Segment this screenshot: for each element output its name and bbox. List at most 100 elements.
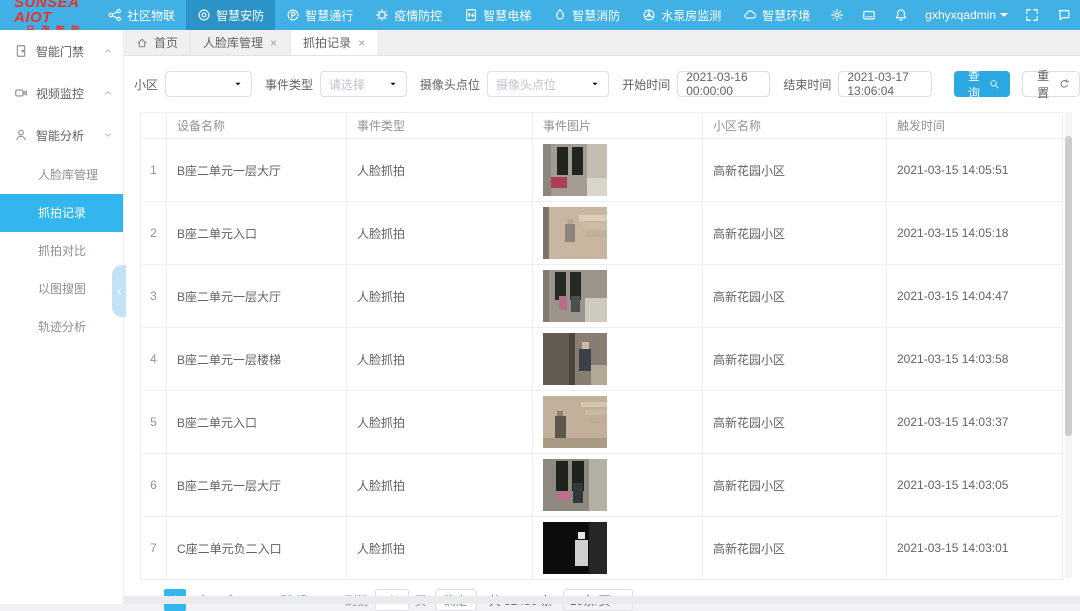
nav-item-pump[interactable]: 水泵房监测 (631, 0, 732, 30)
sidebar-item-轨迹分析[interactable]: 轨迹分析 (0, 308, 123, 346)
chevron-down-icon (590, 79, 600, 89)
event-snapshot-image[interactable] (543, 207, 607, 259)
event-type-select[interactable]: 请选择 (320, 71, 407, 97)
nav-item-label: 智慧环境 (762, 7, 810, 24)
camera-filter-label: 摄像头点位 (420, 76, 480, 93)
nav-item-label: 智慧通行 (305, 7, 353, 24)
end-time-input[interactable]: 2021-03-17 13:06:04 (838, 71, 931, 97)
nav-item-label: 水泵房监测 (661, 7, 721, 24)
event-snapshot-image[interactable] (543, 459, 607, 511)
environment-icon (743, 8, 757, 22)
event-type: 人脸抓拍 (347, 202, 533, 265)
event-snapshot[interactable] (533, 139, 703, 202)
event-snapshot[interactable] (533, 328, 703, 391)
event-snapshot[interactable] (533, 454, 703, 517)
event-snapshot[interactable] (533, 202, 703, 265)
table-row: 2B座二单元入口人脸抓拍高新花园小区2021-03-15 14:05:18 (141, 202, 1063, 265)
chevron-down-icon (1000, 13, 1008, 21)
sidebar-item-抓拍记录[interactable]: 抓拍记录 (0, 194, 123, 232)
sidebar-item-以图搜图[interactable]: 以图搜图 (0, 270, 123, 308)
event-snapshot-image[interactable] (543, 270, 607, 322)
door-icon (14, 44, 28, 58)
security-icon (197, 8, 211, 22)
community-select[interactable] (165, 71, 252, 97)
event-snapshot[interactable] (533, 265, 703, 328)
search-button-label: 查询 (964, 67, 985, 101)
table-row: 3B座二单元一层大厅人脸抓拍高新花园小区2021-03-15 14:04:47 (141, 265, 1063, 328)
sidebar-collapse-handle[interactable] (112, 265, 126, 317)
community-filter-label: 小区 (134, 76, 158, 93)
epidemic-icon (375, 8, 389, 22)
fullscreen-icon-button[interactable] (1016, 8, 1048, 22)
user-menu[interactable]: gxhyxqadmin (917, 8, 1016, 22)
bell-icon (894, 8, 908, 22)
sidebar-group-label: 智能门禁 (36, 43, 84, 60)
nav-item-community[interactable]: 社区物联 (97, 0, 186, 30)
table-row: 1B座二单元一层大厅人脸抓拍高新花园小区2021-03-15 14:05:51 (141, 139, 1063, 202)
tab-抓拍记录[interactable]: 抓拍记录 × (291, 30, 379, 55)
sidebar-item-人脸库管理[interactable]: 人脸库管理 (0, 156, 123, 194)
tab-首页[interactable]: 首页 (124, 30, 191, 55)
sidebar-group-智能门禁[interactable]: 智能门禁 (0, 30, 123, 72)
event-snapshot[interactable] (533, 517, 703, 580)
event-snapshot-image[interactable] (543, 522, 607, 574)
sidebar: 智能门禁视频监控智能分析人脸库管理抓拍记录抓拍对比以图搜图轨迹分析 (0, 30, 124, 604)
event-snapshot-image[interactable] (543, 144, 607, 196)
event-snapshot-image[interactable] (543, 333, 607, 385)
row-index: 7 (141, 517, 167, 580)
trigger-time: 2021-03-15 14:04:47 (887, 265, 1063, 328)
table-row: 4B座二单元一层楼梯人脸抓拍高新花园小区2021-03-15 14:03:58 (141, 328, 1063, 391)
sidebar-group-label: 视频监控 (36, 85, 84, 102)
gear-icon-button[interactable] (821, 8, 853, 22)
bell-icon-button[interactable] (885, 8, 917, 22)
card-icon-button[interactable] (853, 8, 885, 22)
device-name: B座二单元入口 (167, 202, 347, 265)
community-name: 高新花园小区 (703, 454, 887, 517)
trigger-time: 2021-03-15 14:05:18 (887, 202, 1063, 265)
top-navbar: SUNSEA AIOT 日海智能 社区物联智慧安防智慧通行疫情防控智慧电梯智慧消… (0, 0, 1080, 30)
table-row: 6B座二单元一层大厅人脸抓拍高新花园小区2021-03-15 14:03:05 (141, 454, 1063, 517)
sidebar-group-智能分析[interactable]: 智能分析 (0, 114, 123, 156)
bottom-strip (124, 596, 1080, 604)
search-button[interactable]: 查询 (954, 71, 1010, 97)
camera-select[interactable]: 摄像头点位 (487, 71, 609, 97)
device-name: B座二单元一层大厅 (167, 454, 347, 517)
card-icon (862, 8, 876, 22)
event-type-filter-label: 事件类型 (265, 76, 313, 93)
chevron-down-icon (103, 130, 113, 140)
table-scrollbar[interactable] (1065, 112, 1072, 578)
scrollbar-thumb[interactable] (1065, 136, 1072, 436)
nav-item-security[interactable]: 智慧安防 (186, 0, 275, 30)
community-name: 高新花园小区 (703, 265, 887, 328)
nav-item-fire[interactable]: 智慧消防 (542, 0, 631, 30)
row-index: 4 (141, 328, 167, 391)
chevron-up-icon (103, 88, 113, 98)
elevator-icon (464, 8, 478, 22)
sidebar-group-视频监控[interactable]: 视频监控 (0, 72, 123, 114)
event-snapshot-image[interactable] (543, 396, 607, 448)
trigger-time: 2021-03-15 14:03:01 (887, 517, 1063, 580)
filter-bar: 小区 事件类型 请选择 摄像头点位 摄像头点位 开始时间 2021-03-16 … (124, 56, 1080, 112)
sidebar-item-抓拍对比[interactable]: 抓拍对比 (0, 232, 123, 270)
nav-item-label: 智慧安防 (216, 7, 264, 24)
nav-item-elevator[interactable]: 智慧电梯 (453, 0, 542, 30)
row-index: 3 (141, 265, 167, 328)
close-icon[interactable]: × (269, 36, 278, 50)
video-icon (14, 86, 28, 100)
nav-item-epidemic[interactable]: 疫情防控 (364, 0, 453, 30)
event-snapshot[interactable] (533, 391, 703, 454)
reset-button[interactable]: 重置 (1022, 71, 1080, 97)
pump-icon (642, 8, 656, 22)
community-name: 高新花园小区 (703, 391, 887, 454)
close-icon[interactable]: × (357, 36, 366, 50)
chat-icon-button[interactable] (1048, 8, 1080, 22)
tab-人脸库管理[interactable]: 人脸库管理× (191, 30, 291, 55)
end-time-label: 结束时间 (783, 76, 831, 93)
nav-item-environment[interactable]: 智慧环境 (732, 0, 821, 30)
row-index: 5 (141, 391, 167, 454)
nav-item-access[interactable]: 智慧通行 (275, 0, 364, 30)
tab-label: 抓拍记录 (303, 34, 351, 51)
chevron-up-icon (103, 46, 113, 56)
main-content: 小区 事件类型 请选择 摄像头点位 摄像头点位 开始时间 2021-03-16 … (124, 56, 1080, 596)
start-time-input[interactable]: 2021-03-16 00:00:00 (677, 71, 770, 97)
